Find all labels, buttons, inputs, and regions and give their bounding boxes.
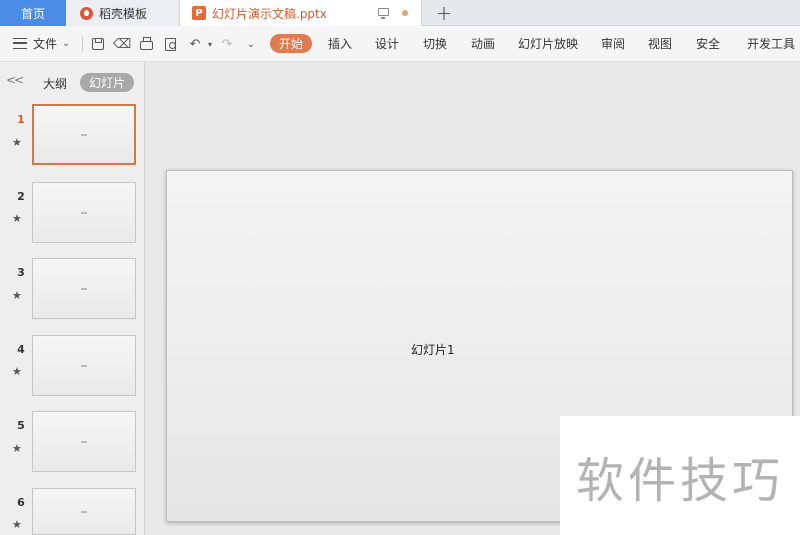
print-preview-icon[interactable] bbox=[162, 36, 178, 52]
format-painter-icon[interactable]: ⌫ bbox=[113, 36, 131, 52]
redo-icon[interactable]: ↷ bbox=[219, 36, 235, 52]
slide-number: 4 bbox=[17, 343, 25, 356]
menu-developer[interactable]: 开发工具 bbox=[747, 35, 795, 52]
toolbar: 文件 ⌄ ⌫ ↶ ▾ ↷ ⌄ 插入 设计 切换 动画 幻灯片放映 审阅 视图 安… bbox=[0, 26, 800, 62]
file-menu-label: 文件 bbox=[33, 37, 58, 51]
menu-start[interactable]: 开始 bbox=[270, 34, 312, 53]
more-icon[interactable]: ⌄ bbox=[243, 36, 259, 52]
file-menu-button[interactable]: 文件 ⌄ bbox=[13, 35, 70, 52]
tab-template[interactable]: 稻壳模板 bbox=[66, 0, 180, 26]
menu-design[interactable]: 设计 bbox=[375, 35, 399, 52]
slide-thumbnail[interactable] bbox=[32, 258, 136, 319]
star-icon: ★ bbox=[12, 365, 22, 378]
menu-transition[interactable]: 切换 bbox=[423, 35, 447, 52]
undo-icon[interactable]: ↶ bbox=[187, 36, 203, 52]
tab-bar: 首页 稻壳模板 P 幻灯片演示文稿.pptx + bbox=[0, 0, 800, 26]
tab-home[interactable]: 首页 bbox=[0, 0, 66, 26]
menu-insert[interactable]: 插入 bbox=[328, 35, 352, 52]
menu-security[interactable]: 安全 bbox=[696, 35, 720, 52]
slide-number: 2 bbox=[17, 190, 25, 203]
watermark-text: 软件技巧 bbox=[575, 452, 784, 509]
docer-logo-icon bbox=[80, 6, 93, 20]
ppt-file-icon: P bbox=[192, 6, 206, 20]
menu-slideshow[interactable]: 幻灯片放映 bbox=[518, 35, 578, 52]
slide-thumbnail[interactable] bbox=[32, 411, 136, 472]
collapse-panel-icon[interactable]: << bbox=[6, 73, 24, 87]
print-icon[interactable] bbox=[138, 36, 154, 52]
slide-thumbnail[interactable] bbox=[32, 488, 136, 535]
star-icon: ★ bbox=[12, 289, 22, 302]
star-icon: ★ bbox=[12, 136, 22, 149]
slide-thumbnail[interactable] bbox=[32, 335, 136, 396]
tab-document-label: 幻灯片演示文稿.pptx bbox=[212, 6, 327, 21]
slide-number: 1 bbox=[17, 113, 25, 126]
star-icon: ★ bbox=[12, 442, 22, 455]
monitor-icon[interactable] bbox=[378, 8, 389, 19]
chevron-down-icon: ⌄ bbox=[62, 38, 71, 49]
slide-number: 5 bbox=[17, 419, 25, 432]
tab-document[interactable]: P 幻灯片演示文稿.pptx bbox=[180, 0, 422, 26]
undo-dropdown-icon[interactable]: ▾ bbox=[202, 36, 218, 52]
menu-review[interactable]: 审阅 bbox=[601, 35, 625, 52]
save-icon[interactable] bbox=[90, 36, 106, 52]
slide-thumbnail[interactable] bbox=[32, 182, 136, 243]
star-icon: ★ bbox=[12, 518, 22, 531]
slide-number: 3 bbox=[17, 266, 25, 279]
tab-template-label: 稻壳模板 bbox=[99, 6, 148, 21]
menu-view[interactable]: 视图 bbox=[648, 35, 672, 52]
slide-number: 6 bbox=[17, 496, 25, 509]
tab-outline[interactable]: 大纲 bbox=[43, 75, 67, 92]
star-icon: ★ bbox=[12, 212, 22, 225]
menu-animation[interactable]: 动画 bbox=[471, 35, 495, 52]
add-tab-icon[interactable]: + bbox=[432, 0, 456, 26]
slide-panel: << 大纲 幻灯片 1 ★ 2 ★ 3 ★ 4 ★ 5 ★ 6 ★ bbox=[0, 62, 145, 535]
slide-thumbnail[interactable] bbox=[32, 104, 136, 165]
slide-title-text[interactable]: 幻灯片1 bbox=[411, 341, 455, 358]
tab-slides[interactable]: 幻灯片 bbox=[80, 73, 134, 92]
watermark: 软件技巧 bbox=[560, 416, 800, 535]
toolbar-divider bbox=[82, 36, 83, 52]
hamburger-icon bbox=[13, 38, 27, 49]
unsaved-dot-icon bbox=[402, 10, 408, 16]
